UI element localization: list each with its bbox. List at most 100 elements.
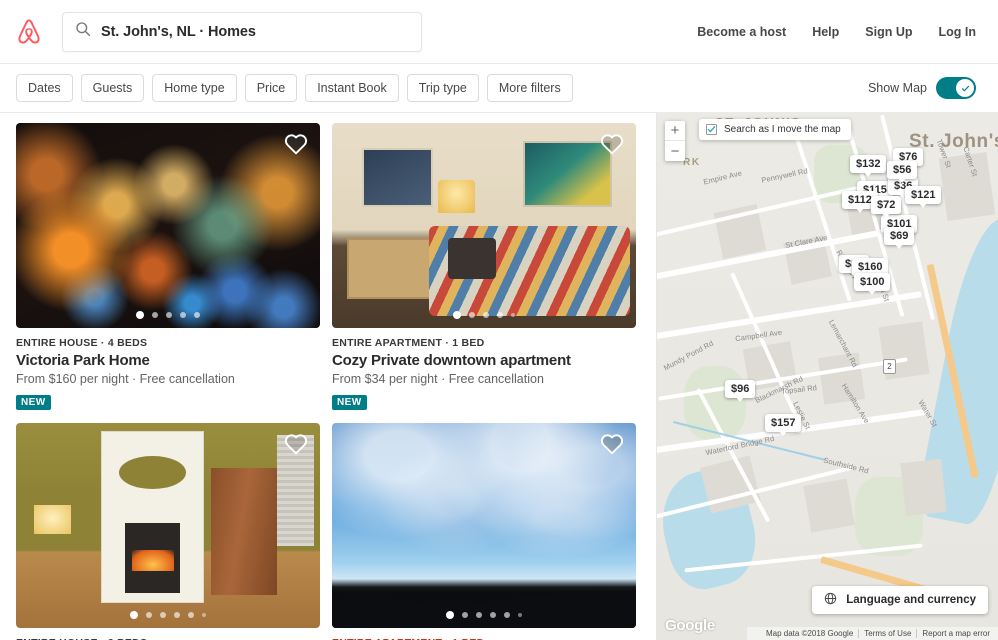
language-and-currency-button[interactable]: Language and currency bbox=[812, 586, 988, 614]
carousel-dot[interactable] bbox=[202, 613, 206, 617]
carousel-dot[interactable] bbox=[446, 611, 454, 619]
heart-icon[interactable] bbox=[284, 433, 308, 460]
filter-trip-type[interactable]: Trip type bbox=[406, 74, 479, 102]
listing-card[interactable]: ENTIRE APARTMENT · 1 BED Cozy Private do… bbox=[332, 123, 636, 410]
search-as-i-move-checkbox[interactable]: Search as I move the map bbox=[699, 119, 851, 140]
map-price-pin[interactable]: $100 bbox=[854, 273, 891, 291]
listing-title[interactable]: Victoria Park Home bbox=[16, 352, 320, 369]
language-and-currency-label: Language and currency bbox=[846, 594, 976, 606]
carousel-dot[interactable] bbox=[160, 612, 166, 618]
search-as-i-move-label: Search as I move the map bbox=[724, 124, 841, 135]
filter-home-type[interactable]: Home type bbox=[152, 74, 237, 102]
filter-instant-book[interactable]: Instant Book bbox=[305, 74, 399, 102]
listing-title[interactable]: Cozy Private downtown apartment bbox=[332, 352, 636, 369]
map-price-pin[interactable]: $69 bbox=[884, 227, 915, 245]
listing-grid: ENTIRE HOUSE · 4 BEDS Victoria Park Home… bbox=[16, 123, 640, 640]
listing-photo[interactable] bbox=[332, 123, 636, 328]
heart-icon[interactable] bbox=[284, 133, 308, 160]
filter-bar: Dates Guests Home type Price Instant Boo… bbox=[0, 64, 998, 113]
carousel-dot[interactable] bbox=[188, 612, 194, 618]
map-attribution: Map data ©2018 Google Terms of Use Repor… bbox=[747, 627, 998, 640]
filter-price[interactable]: Price bbox=[244, 74, 298, 102]
map-price-pin[interactable]: $157 bbox=[765, 414, 802, 432]
results-panel[interactable]: ENTIRE HOUSE · 4 BEDS Victoria Park Home… bbox=[0, 113, 656, 640]
carousel-dot[interactable] bbox=[483, 312, 489, 318]
checkmark-icon bbox=[706, 124, 717, 135]
listing-meta: ENTIRE HOUSE · 4 BEDS Victoria Park Home… bbox=[16, 328, 320, 410]
filter-more-filters[interactable]: More filters bbox=[486, 74, 573, 102]
carousel-dot[interactable] bbox=[174, 612, 180, 618]
site-header: St. John's, NL · Homes Become a host Hel… bbox=[0, 0, 998, 64]
filter-guests[interactable]: Guests bbox=[80, 74, 145, 102]
listing-meta: ENTIRE HOUSE · 3 BEDS bbox=[16, 628, 320, 640]
carousel-dot[interactable] bbox=[146, 612, 152, 618]
listing-photo[interactable] bbox=[16, 123, 320, 328]
carousel-dot[interactable] bbox=[518, 613, 522, 617]
photo-carousel-dots[interactable] bbox=[16, 611, 320, 619]
route-shield-icon: 2 bbox=[883, 359, 896, 374]
carousel-dot[interactable] bbox=[490, 612, 496, 618]
zoom-out-button[interactable]: − bbox=[665, 141, 685, 161]
carousel-dot[interactable] bbox=[130, 611, 138, 619]
listing-card[interactable]: ENTIRE HOUSE · 3 BEDS bbox=[16, 423, 320, 640]
photo-carousel-dots[interactable] bbox=[16, 311, 320, 319]
google-logo: Google bbox=[665, 617, 715, 634]
help-link[interactable]: Help bbox=[812, 25, 839, 39]
map-price-pin[interactable]: $96 bbox=[725, 380, 756, 398]
listing-meta: ENTIRE APARTMENT · 1 BED bbox=[332, 628, 636, 640]
airbnb-logo-icon[interactable] bbox=[10, 13, 48, 51]
carousel-dot[interactable] bbox=[152, 312, 158, 318]
carousel-dot[interactable] bbox=[469, 312, 475, 318]
listing-card[interactable]: ENTIRE HOUSE · 4 BEDS Victoria Park Home… bbox=[16, 123, 320, 410]
map-price-pin[interactable]: $56 bbox=[887, 161, 918, 179]
listing-card[interactable]: ENTIRE APARTMENT · 1 BED bbox=[332, 423, 636, 640]
carousel-dot[interactable] bbox=[462, 612, 468, 618]
terms-of-use-link[interactable]: Terms of Use bbox=[858, 629, 916, 638]
show-map-label: Show Map bbox=[867, 81, 927, 95]
heart-icon[interactable] bbox=[600, 433, 624, 460]
show-map-toggle[interactable] bbox=[936, 77, 976, 99]
carousel-dot[interactable] bbox=[180, 312, 186, 318]
search-input[interactable]: St. John's, NL · Homes bbox=[62, 11, 422, 52]
map-canvas[interactable]: ST. JOHN'S St. John's RK Empire Ave Penn… bbox=[657, 113, 998, 640]
header-nav: Become a host Help Sign Up Log In bbox=[697, 25, 976, 39]
heart-icon[interactable] bbox=[600, 133, 624, 160]
carousel-dot[interactable] bbox=[497, 312, 503, 318]
photo-carousel-dots[interactable] bbox=[332, 311, 636, 319]
photo-carousel-dots[interactable] bbox=[332, 611, 636, 619]
listing-photo[interactable] bbox=[16, 423, 320, 628]
carousel-dot[interactable] bbox=[136, 311, 144, 319]
carousel-dot[interactable] bbox=[504, 612, 510, 618]
map-data-credit: Map data ©2018 Google bbox=[765, 629, 854, 638]
new-badge: NEW bbox=[332, 395, 367, 410]
body-split: ENTIRE HOUSE · 4 BEDS Victoria Park Home… bbox=[0, 113, 998, 640]
filter-dates[interactable]: Dates bbox=[16, 74, 73, 102]
show-map-control: Show Map bbox=[868, 77, 976, 99]
map-panel[interactable]: ST. JOHN'S St. John's RK Empire Ave Penn… bbox=[656, 113, 998, 640]
listing-meta: ENTIRE APARTMENT · 1 BED Cozy Private do… bbox=[332, 328, 636, 410]
map-price-pin[interactable]: $72 bbox=[871, 196, 902, 214]
listing-kind: ENTIRE APARTMENT · 1 BED bbox=[332, 337, 485, 349]
map-park bbox=[684, 365, 746, 440]
globe-icon bbox=[824, 592, 837, 608]
carousel-dot[interactable] bbox=[511, 313, 515, 317]
carousel-dot[interactable] bbox=[453, 311, 461, 319]
check-icon bbox=[956, 79, 974, 97]
carousel-dot[interactable] bbox=[194, 312, 200, 318]
listing-price: From $160 per night · Free cancellation bbox=[16, 372, 235, 386]
map-price-pin[interactable]: $132 bbox=[850, 155, 887, 173]
zoom-in-button[interactable]: + bbox=[665, 121, 685, 141]
report-map-error-link[interactable]: Report a map error bbox=[916, 629, 995, 638]
sign-up-link[interactable]: Sign Up bbox=[865, 25, 912, 39]
new-badge: NEW bbox=[16, 395, 51, 410]
search-icon bbox=[75, 21, 91, 42]
log-in-link[interactable]: Log In bbox=[939, 25, 977, 39]
map-park-label: RK bbox=[683, 157, 701, 168]
listing-price: From $34 per night · Free cancellation bbox=[332, 372, 544, 386]
carousel-dot[interactable] bbox=[476, 612, 482, 618]
map-price-pin[interactable]: $121 bbox=[905, 186, 942, 204]
become-a-host-link[interactable]: Become a host bbox=[697, 25, 786, 39]
map-zoom-controls: + − bbox=[665, 121, 685, 161]
carousel-dot[interactable] bbox=[166, 312, 172, 318]
listing-photo[interactable] bbox=[332, 423, 636, 628]
